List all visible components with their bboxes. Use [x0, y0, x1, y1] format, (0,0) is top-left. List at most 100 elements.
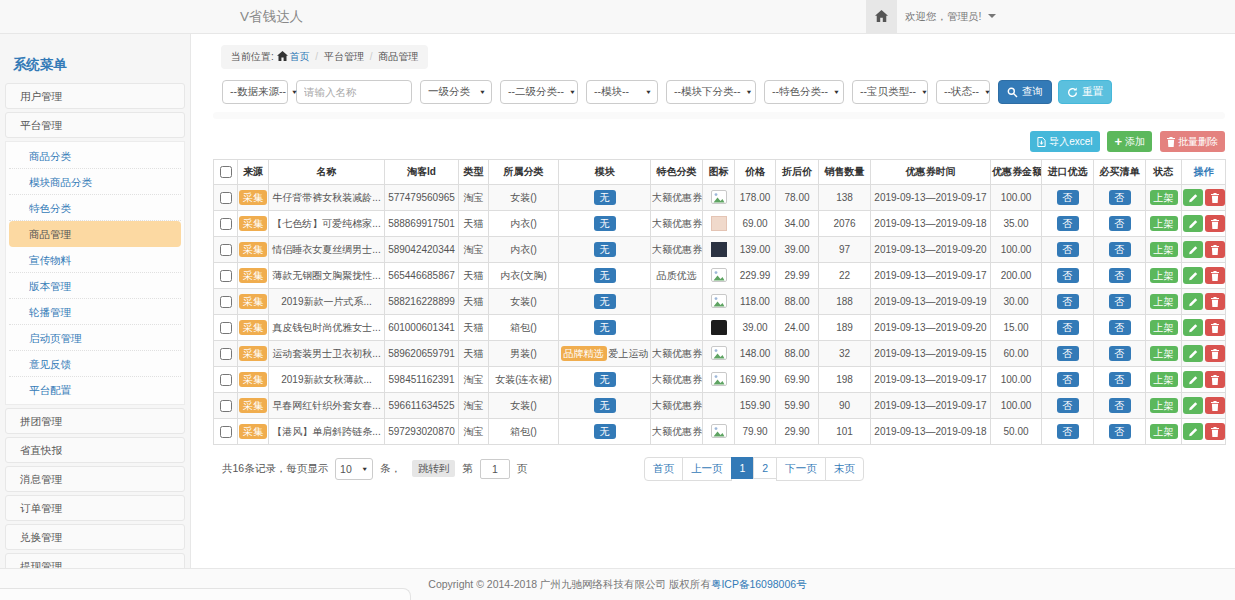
batch-delete-button[interactable]: 批量删除	[1160, 131, 1225, 152]
imported-toggle[interactable]: 否	[1057, 268, 1079, 283]
delete-button[interactable]	[1205, 189, 1225, 206]
icp-link[interactable]: 粤ICP备16098006号	[711, 578, 807, 590]
edit-button[interactable]	[1183, 215, 1203, 232]
imported-toggle[interactable]: 否	[1057, 190, 1079, 205]
status-badge[interactable]: 上架	[1150, 398, 1178, 413]
module-badge[interactable]: 无	[594, 190, 616, 205]
imported-toggle[interactable]: 否	[1057, 216, 1079, 231]
page-button[interactable]: 1	[731, 457, 755, 479]
status-badge[interactable]: 上架	[1150, 320, 1178, 335]
module-badge[interactable]: 无	[594, 216, 616, 231]
sidebar-group[interactable]: 用户管理	[5, 83, 185, 109]
must-buy-toggle[interactable]: 否	[1109, 216, 1131, 231]
delete-button[interactable]	[1205, 423, 1225, 440]
status-badge[interactable]: 上架	[1150, 190, 1178, 205]
delete-button[interactable]	[1205, 319, 1225, 336]
must-buy-toggle[interactable]: 否	[1109, 424, 1131, 439]
must-buy-toggle[interactable]: 否	[1109, 346, 1131, 361]
per-page-select[interactable]: 10▼	[335, 458, 373, 480]
delete-button[interactable]	[1205, 371, 1225, 388]
sidebar-item[interactable]: 启动页管理	[9, 325, 181, 351]
add-button[interactable]: +添加	[1107, 131, 1152, 152]
status-badge[interactable]: 上架	[1150, 268, 1178, 283]
page-button[interactable]: 上一页	[682, 457, 732, 481]
breadcrumb-home-link[interactable]: 首页	[277, 51, 310, 62]
imported-toggle[interactable]: 否	[1057, 424, 1079, 439]
home-button[interactable]	[866, 0, 897, 33]
user-menu[interactable]: 欢迎您，管理员!	[905, 0, 996, 33]
edit-button[interactable]	[1183, 293, 1203, 310]
must-buy-toggle[interactable]: 否	[1109, 190, 1131, 205]
jump-page-input[interactable]	[480, 459, 510, 479]
filter-select[interactable]: --宝贝类型--▼	[852, 80, 928, 104]
row-checkbox[interactable]	[220, 192, 232, 204]
must-buy-toggle[interactable]: 否	[1109, 268, 1131, 283]
module-badge[interactable]: 无	[594, 320, 616, 335]
edit-button[interactable]	[1183, 319, 1203, 336]
query-button[interactable]: 查询	[998, 80, 1052, 104]
delete-button[interactable]	[1205, 241, 1225, 258]
delete-button[interactable]	[1205, 397, 1225, 414]
must-buy-toggle[interactable]: 否	[1109, 398, 1131, 413]
page-button[interactable]: 下一页	[776, 457, 826, 481]
sidebar-group[interactable]: 省直快报	[5, 437, 185, 463]
page-button[interactable]: 末页	[825, 457, 864, 481]
filter-select[interactable]: --状态--▼	[936, 80, 990, 104]
filter-select[interactable]: --二级分类--▼	[500, 80, 578, 104]
module-badge[interactable]: 无	[594, 398, 616, 413]
sidebar-item[interactable]: 版本管理	[9, 273, 181, 299]
status-badge[interactable]: 上架	[1150, 216, 1178, 231]
name-search-input[interactable]	[296, 80, 412, 104]
sidebar-item[interactable]: 意见反馈	[9, 351, 181, 377]
sidebar-item[interactable]: 轮播管理	[9, 299, 181, 325]
must-buy-toggle[interactable]: 否	[1109, 320, 1131, 335]
filter-select[interactable]: --模块--▼	[586, 80, 658, 104]
row-checkbox[interactable]	[220, 426, 232, 438]
delete-button[interactable]	[1205, 345, 1225, 362]
status-badge[interactable]: 上架	[1150, 242, 1178, 257]
edit-button[interactable]	[1183, 345, 1203, 362]
status-badge[interactable]: 上架	[1150, 294, 1178, 309]
filter-select[interactable]: 一级分类▼	[420, 80, 492, 104]
filter-select[interactable]: --数据来源--▼	[222, 80, 288, 104]
sidebar-group[interactable]: 拼团管理	[5, 408, 185, 434]
sidebar-item[interactable]: 宣传物料	[9, 247, 181, 273]
must-buy-toggle[interactable]: 否	[1109, 242, 1131, 257]
module-badge[interactable]: 无	[594, 242, 616, 257]
imported-toggle[interactable]: 否	[1057, 398, 1079, 413]
row-checkbox[interactable]	[220, 348, 232, 360]
row-checkbox[interactable]	[220, 244, 232, 256]
row-checkbox[interactable]	[220, 374, 232, 386]
module-badge[interactable]: 无	[594, 424, 616, 439]
status-badge[interactable]: 上架	[1150, 372, 1178, 387]
sidebar-item[interactable]: 特色分类	[9, 195, 181, 221]
must-buy-toggle[interactable]: 否	[1109, 294, 1131, 309]
page-button[interactable]: 2	[753, 457, 777, 479]
sidebar-item[interactable]: 平台配置	[9, 377, 181, 403]
reset-button[interactable]: 重置	[1058, 80, 1112, 104]
imported-toggle[interactable]: 否	[1057, 242, 1079, 257]
sidebar-item[interactable]: 模块商品分类	[9, 169, 181, 195]
imported-toggle[interactable]: 否	[1057, 320, 1079, 335]
row-checkbox[interactable]	[220, 218, 232, 230]
edit-button[interactable]	[1183, 189, 1203, 206]
sidebar-group[interactable]: 提现管理	[5, 553, 185, 568]
edit-button[interactable]	[1183, 397, 1203, 414]
import-excel-button[interactable]: 导入excel	[1030, 131, 1099, 152]
row-checkbox[interactable]	[220, 322, 232, 334]
edit-button[interactable]	[1183, 423, 1203, 440]
edit-button[interactable]	[1183, 241, 1203, 258]
row-checkbox[interactable]	[220, 400, 232, 412]
module-badge[interactable]: 无	[594, 268, 616, 283]
sidebar-item[interactable]: 商品分类	[9, 143, 181, 169]
edit-button[interactable]	[1183, 267, 1203, 284]
sidebar-group[interactable]: 订单管理	[5, 495, 185, 521]
select-all-checkbox[interactable]	[220, 166, 232, 178]
delete-button[interactable]	[1205, 267, 1225, 284]
sidebar-item[interactable]: 商品管理	[9, 221, 181, 247]
imported-toggle[interactable]: 否	[1057, 372, 1079, 387]
row-checkbox[interactable]	[220, 270, 232, 282]
page-button[interactable]: 首页	[644, 457, 683, 481]
must-buy-toggle[interactable]: 否	[1109, 372, 1131, 387]
filter-select[interactable]: --模块下分类--▼	[666, 80, 756, 104]
